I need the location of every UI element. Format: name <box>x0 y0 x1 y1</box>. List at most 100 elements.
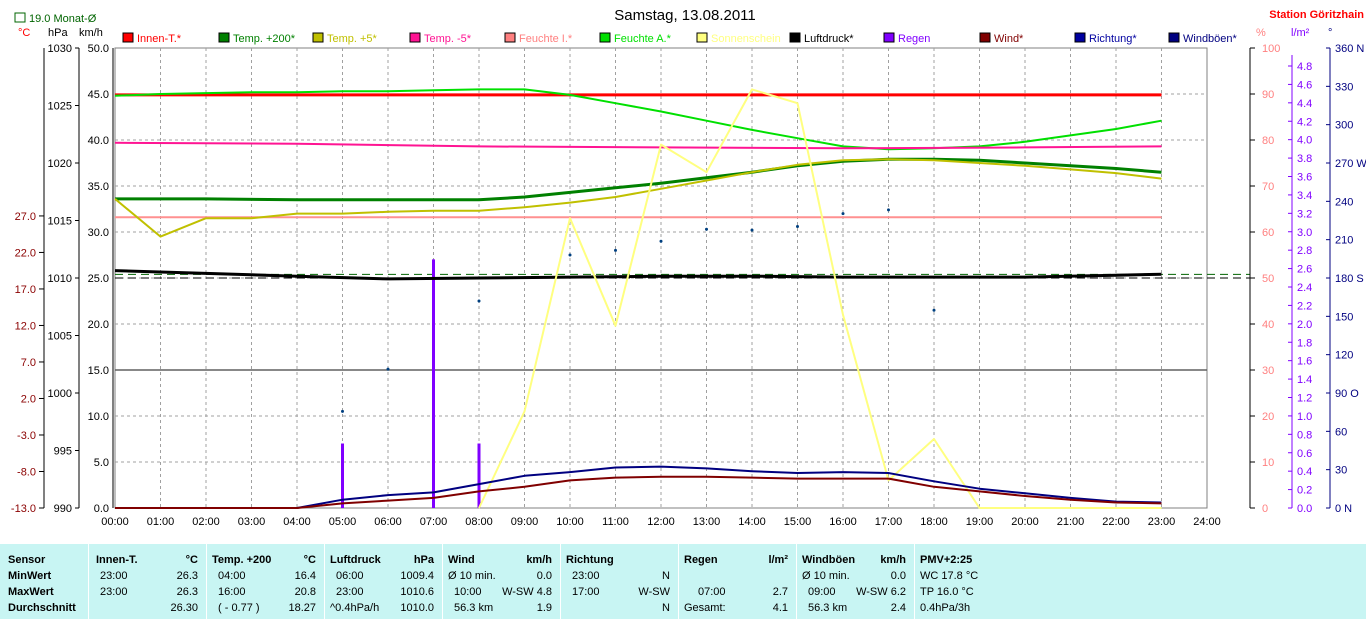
rain-tick-label: 0.0 <box>1297 503 1312 515</box>
luftdruck-min-time: 06:00 <box>336 570 364 582</box>
stats-col-pmv: PMV+2:25 WC 17.8 °C TP 16.0 °C 0.4hPa/3h <box>914 544 1034 619</box>
temp200-trend: ( - 0.77 ) <box>218 602 260 614</box>
regen-unit: l/m² <box>768 554 788 566</box>
x-tick-label: 23:00 <box>1148 516 1176 528</box>
row-label-max: MaxWert <box>8 586 54 598</box>
pressure-tick-label: 1015 <box>48 216 72 228</box>
rain-tick-label: 3.6 <box>1297 172 1312 184</box>
chart-svg: 00:00 01:00 02:00 03:00 04:00 05:00 06:00 07:00… <box>11 7 1366 528</box>
row-label-min: MinWert <box>8 570 52 582</box>
direction-tick-label: 240 <box>1335 196 1353 208</box>
direction-tick-label: 120 <box>1335 350 1353 362</box>
legend-swatch <box>1074 32 1086 43</box>
humidity-tick-label: 70 <box>1262 181 1274 193</box>
direction-tick-label: 0 N <box>1335 503 1352 515</box>
temp-tick-label: -3.0 <box>17 430 36 442</box>
x-tick-label: 04:00 <box>283 516 311 528</box>
direction-point <box>477 299 481 303</box>
degree-unit: ° <box>1328 27 1332 39</box>
humidity-tick-label: 80 <box>1262 135 1274 147</box>
x-tick-label: 06:00 <box>374 516 402 528</box>
x-tick-label: 14:00 <box>738 516 766 528</box>
pressure-tick-label: 1020 <box>48 158 72 170</box>
legend-label: Temp. +200* <box>233 33 296 45</box>
boeen-max-time: 09:00 <box>808 586 836 598</box>
legend-label: Regen <box>898 33 930 45</box>
weather-chart: 00:00 01:00 02:00 03:00 04:00 05:00 06:00 07:00… <box>0 0 1366 544</box>
rain-tick-label: 1.2 <box>1297 393 1312 405</box>
direction-tick-label: 330 <box>1335 81 1353 93</box>
x-tick-label: 05:00 <box>329 516 357 528</box>
stats-col-wind: Wind km/h Ø 10 min. 0.0 10:00 W-SW 4.8 56.3… <box>442 544 561 619</box>
legend-label: Wind* <box>994 33 1024 45</box>
direction-point <box>659 239 663 243</box>
wind-distance: 56.3 km <box>454 602 494 614</box>
stats-col-regen: Regen l/m² 07:00 2.7 Gesamt: 4.1 <box>678 544 797 619</box>
speed-tick-label: 0.0 <box>94 503 109 515</box>
x-tick-label: 00:00 <box>101 516 129 528</box>
legend-label: Feuchte I.* <box>519 33 573 45</box>
humidity-tick-label: 100 <box>1262 43 1280 55</box>
direction-tick-label: 60 <box>1335 426 1347 438</box>
legend-label: Luftdruck* <box>804 33 854 45</box>
rain-tick-label: 4.8 <box>1297 61 1312 73</box>
richtung-max-value: W-SW <box>638 586 670 598</box>
x-tick-label: 01:00 <box>147 516 175 528</box>
rain-tick-label: 3.0 <box>1297 227 1312 239</box>
innen-max-value: 26.3 <box>176 586 198 598</box>
legend-label: Feuchte A.* <box>614 33 672 45</box>
legend-swatch <box>312 32 324 43</box>
pressure-unit: hPa <box>48 27 68 39</box>
legend-swatch <box>1168 32 1180 43</box>
temp-tick-label: 17.0 <box>15 284 36 296</box>
row-label-avg: Durchschnitt <box>8 602 76 614</box>
humidity-tick-label: 60 <box>1262 227 1274 239</box>
direction-point <box>932 308 936 312</box>
rain-tick-label: 2.2 <box>1297 300 1312 312</box>
boeen-min-value: 0.0 <box>890 570 906 582</box>
x-tick-label: 22:00 <box>1102 516 1130 528</box>
rain-tick-label: 2.6 <box>1297 264 1312 276</box>
wind-max-value: W-SW 4.8 <box>502 586 552 598</box>
luftdruck-max-time: 23:00 <box>336 586 364 598</box>
boeen-header: Windböen <box>802 554 856 566</box>
regen-total-label: Gesamt: <box>684 602 726 614</box>
rain-tick-label: 0.4 <box>1297 466 1312 478</box>
rain-tick-label: 0.2 <box>1297 485 1312 497</box>
rain-tick-label: 2.4 <box>1297 282 1312 294</box>
pressure-tick-label: 1000 <box>48 388 72 400</box>
speed-tick-label: 20.0 <box>88 319 109 331</box>
richtung-min-value: N <box>662 570 670 582</box>
pmv-pressure-trend: 0.4hPa/3h <box>920 602 971 614</box>
speed-tick-label: 5.0 <box>94 457 109 469</box>
rain-tick-label: 2.0 <box>1297 319 1312 331</box>
temp-tick-label: -13.0 <box>11 503 36 515</box>
rain-tick-label: 1.8 <box>1297 337 1312 349</box>
boeen-max-value: W-SW 6.2 <box>856 586 906 598</box>
x-tick-label: 17:00 <box>875 516 903 528</box>
innen-min-value: 26.3 <box>176 570 198 582</box>
direction-point <box>750 228 754 232</box>
x-tick-label: 12:00 <box>647 516 675 528</box>
humidity-tick-label: 90 <box>1262 89 1274 101</box>
speed-unit: km/h <box>79 27 103 39</box>
rain-tick-label: 3.8 <box>1297 153 1312 165</box>
humidity-tick-label: 0 <box>1262 503 1268 515</box>
richtung-max-time: 17:00 <box>572 586 600 598</box>
legend-swatch <box>218 32 230 43</box>
x-tick-label: 08:00 <box>465 516 493 528</box>
luftdruck-min-value: 1009.4 <box>400 570 434 582</box>
temp200-min-time: 04:00 <box>218 570 246 582</box>
temp-tick-label: 2.0 <box>21 393 36 405</box>
luftdruck-avg-value: 1010.0 <box>400 602 434 614</box>
pmv-header: PMV+2:25 <box>920 554 973 566</box>
pressure-tick-label: 1005 <box>48 331 72 343</box>
x-tick-label: 13:00 <box>693 516 721 528</box>
direction-point <box>341 409 344 413</box>
chart-title: Samstag, 13.08.2011 <box>614 7 756 24</box>
pressure-tick-label: 990 <box>54 503 72 515</box>
rain-tick-label: 1.6 <box>1297 356 1312 368</box>
pmv-windchill: WC 17.8 °C <box>920 570 979 582</box>
x-tick-label: 16:00 <box>829 516 857 528</box>
stats-col-sensor: Sensor MinWert MaxWert Durchschnitt <box>0 544 89 619</box>
